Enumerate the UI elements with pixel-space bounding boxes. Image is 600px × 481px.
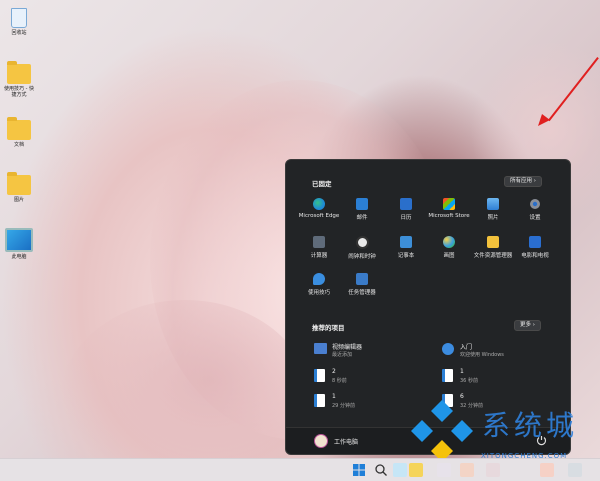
- desktop-icon-documents[interactable]: 文档: [2, 117, 36, 148]
- file-icon: [442, 369, 453, 382]
- tray-icon[interactable]: [540, 463, 554, 477]
- app-notepad[interactable]: 记事本: [383, 236, 429, 259]
- movies-icon: [529, 236, 541, 248]
- tips-icon: [313, 273, 325, 285]
- desktop-icon-shortcut[interactable]: 使用技巧 - 快捷方式: [2, 61, 36, 98]
- desktop-icon-label: 此电脑: [11, 254, 27, 260]
- file-explorer-icon[interactable]: [409, 463, 423, 477]
- recommended-title: 推荐的项目: [312, 324, 345, 332]
- folder-icon: [7, 117, 31, 140]
- app-settings[interactable]: 设置: [512, 198, 558, 221]
- gear-icon: [529, 198, 541, 210]
- task-manager-icon: [356, 273, 368, 285]
- app-microsoft-edge[interactable]: Microsoft Edge: [296, 198, 342, 219]
- store-icon: [443, 198, 455, 210]
- notepad-icon: [400, 236, 412, 248]
- app-photos[interactable]: 照片: [470, 198, 516, 221]
- app-task-manager[interactable]: 任务管理器: [339, 273, 385, 296]
- app-calculator[interactable]: 计算器: [296, 236, 342, 259]
- recommended-item[interactable]: 视频编辑器 最近添加: [314, 340, 424, 362]
- all-apps-button[interactable]: 所有应用 ›: [504, 176, 542, 187]
- app-label: 任务管理器: [348, 290, 376, 296]
- file-icon: [314, 369, 325, 382]
- app-label: 邮件: [356, 215, 368, 221]
- app-microsoft-store[interactable]: Microsoft Store: [426, 198, 472, 219]
- folder-icon: [7, 172, 31, 195]
- calculator-icon: [313, 236, 325, 248]
- desktop-icon-pictures[interactable]: 图片: [2, 172, 36, 203]
- calendar-icon: [400, 198, 412, 210]
- app-label: 画图: [443, 253, 455, 259]
- recommended-item-name: 视频编辑器: [332, 344, 363, 351]
- recommended-item-name: 1: [460, 368, 464, 375]
- desktop-icon-label: 图片: [13, 197, 24, 203]
- recommended-item-time: 29 分钟前: [332, 403, 355, 409]
- desktop-icon-recycle-bin[interactable]: 回收站: [2, 8, 36, 36]
- app-movies-tv[interactable]: 电影和电视: [512, 236, 558, 259]
- video-editor-icon: [314, 343, 327, 354]
- app-label: 记事本: [397, 253, 415, 259]
- desktop-icon-label: 使用技巧 - 快捷方式: [4, 86, 34, 98]
- mail-icon: [356, 198, 368, 210]
- search-icon[interactable]: [374, 463, 388, 477]
- watermark-text: 系统城: [482, 409, 579, 442]
- app-label: 使用技巧: [307, 290, 330, 296]
- recycle-bin-icon: [11, 8, 27, 28]
- app-label: 日历: [400, 215, 412, 221]
- avatar[interactable]: [314, 434, 328, 448]
- recommended-item-name: 入门: [460, 344, 473, 351]
- app-label: Microsoft Edge: [298, 213, 340, 219]
- taskbar: [0, 458, 600, 481]
- app-calendar[interactable]: 日历: [383, 198, 429, 221]
- app-paint[interactable]: 画图: [426, 236, 472, 259]
- get-started-icon: [442, 343, 454, 355]
- app-label: 闹钟和时钟: [348, 254, 376, 260]
- recommended-item-time: 最近添加: [332, 352, 353, 358]
- more-button[interactable]: 更多 ›: [514, 320, 541, 331]
- file-icon: [314, 394, 325, 407]
- app-label: 文件资源管理器: [473, 253, 513, 259]
- folder-icon: [7, 61, 31, 84]
- app-label: 电影和电视: [521, 253, 549, 259]
- pinned-title: 已固定: [312, 180, 332, 188]
- edge-icon: [313, 198, 325, 210]
- widgets-icon[interactable]: [437, 463, 451, 477]
- annotation-arrow-head: [538, 114, 550, 126]
- task-view-icon[interactable]: [393, 463, 407, 477]
- app-mail[interactable]: 邮件: [339, 198, 385, 221]
- app-label: 计算器: [310, 253, 328, 259]
- app-label: 照片: [487, 215, 499, 221]
- photos-icon: [487, 198, 499, 210]
- clock-icon: [355, 236, 369, 249]
- recommended-item-name: 2: [332, 368, 336, 375]
- desktop-icon-label: 文档: [13, 142, 24, 148]
- windows-start-icon[interactable]: [352, 463, 366, 477]
- user-name[interactable]: 工作电脑: [334, 437, 358, 446]
- desktop-icon-this-pc[interactable]: 此电脑: [2, 228, 36, 260]
- monitor-icon: [5, 228, 33, 252]
- recommended-item[interactable]: 1 36 秒前: [442, 366, 552, 388]
- desktop-icon-label: 回收站: [11, 30, 27, 36]
- edge-taskbar-icon[interactable]: [460, 463, 474, 477]
- app-tips[interactable]: 使用技巧: [296, 273, 342, 296]
- tray-icon[interactable]: [568, 463, 582, 477]
- recommended-item[interactable]: 入门 欢迎使用 Windows: [442, 340, 552, 362]
- app-file-explorer[interactable]: 文件资源管理器: [470, 236, 516, 259]
- recommended-item[interactable]: 2 8 秒前: [314, 366, 424, 388]
- recommended-item-time: 欢迎使用 Windows: [460, 352, 504, 358]
- recommended-item-time: 8 秒前: [332, 378, 347, 384]
- app-label: 设置: [529, 215, 541, 221]
- paint-icon: [443, 236, 455, 248]
- watermark-logo-icon: [411, 400, 473, 462]
- recommended-item-name: 1: [332, 393, 336, 400]
- app-label: Microsoft Store: [428, 213, 470, 219]
- app-alarms-clock[interactable]: 闹钟和时钟: [339, 236, 385, 260]
- store-taskbar-icon[interactable]: [486, 463, 500, 477]
- recommended-item-time: 36 秒前: [460, 378, 478, 384]
- file-explorer-icon: [487, 236, 499, 248]
